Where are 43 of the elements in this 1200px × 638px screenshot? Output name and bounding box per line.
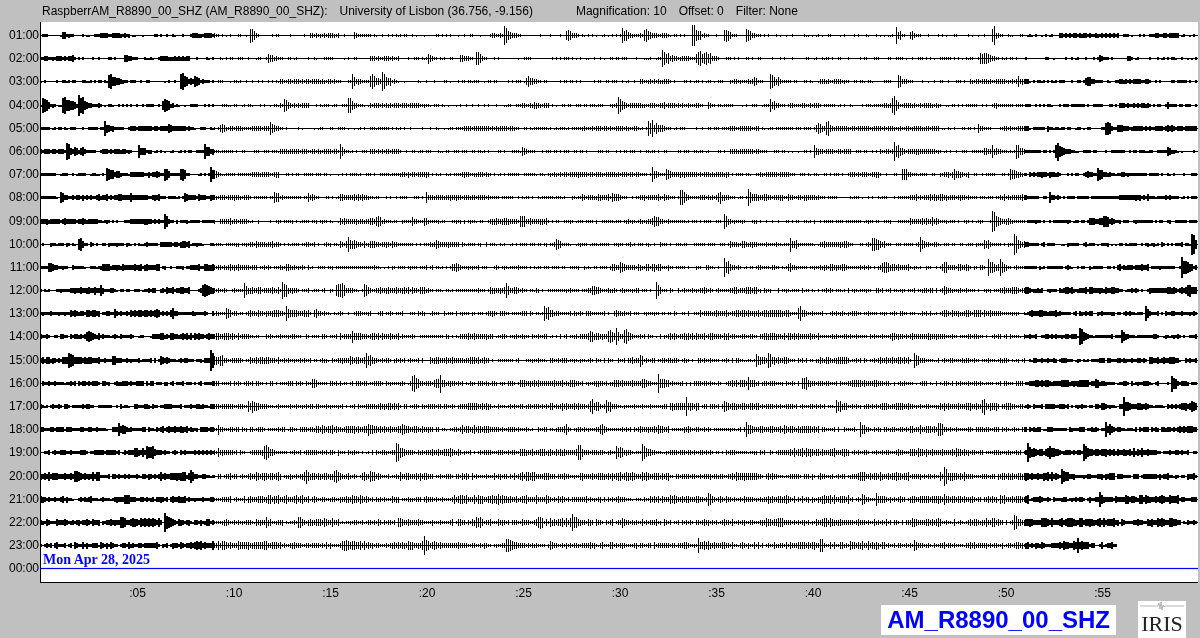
hour-label: 18:00 [7, 421, 40, 439]
hour-label: 23:00 [7, 537, 40, 555]
filter-text: Filter: None [735, 4, 798, 18]
time-tick-label: :55 [1094, 585, 1111, 601]
offset-text: Offset: 0 [678, 4, 724, 18]
hour-label: 09:00 [7, 212, 40, 230]
time-tick-label: :15 [322, 585, 339, 601]
time-tick-label: :30 [611, 585, 629, 601]
hour-label: 11:00 [8, 258, 40, 276]
hour-label: 05:00 [7, 119, 40, 137]
time-tick-label: :05 [129, 585, 146, 601]
hour-label: 19:00 [7, 444, 40, 462]
hour-label: 08:00 [7, 189, 40, 207]
hour-label: 13:00 [7, 305, 40, 323]
location-text: University of Lisbon (36.756, -9.156) [339, 4, 533, 18]
station-title: RaspberrAM_R8890_00_SHZ (AM_R8890_00_SHZ): [42, 4, 328, 18]
iris-logo: IRIS [1138, 600, 1186, 638]
hour-label: 07:00 [7, 166, 40, 184]
hour-label: 17:00 [7, 398, 40, 415]
hour-label: 16:00 [7, 374, 40, 392]
hour-label: 12:00 [7, 282, 40, 300]
hour-label: 00:00 [7, 560, 40, 578]
hour-label: 14:00 [7, 328, 40, 346]
station-label: AM_R8890_00_SHZ [881, 604, 1116, 635]
time-tick-label: :25 [515, 585, 532, 601]
magnification-text: Magnification: 10 [575, 4, 667, 18]
hour-label: 04:00 [7, 96, 40, 114]
hour-label: 10:00 [7, 235, 40, 253]
time-tick-label: :45 [901, 585, 918, 601]
hour-label: 20:00 [7, 467, 40, 485]
hour-label: 01:00 [7, 27, 40, 44]
time-tick-label: :20 [418, 585, 436, 601]
time-tick-label: :40 [804, 585, 822, 601]
time-tick-label: :10 [225, 585, 243, 601]
hour-label: 03:00 [7, 73, 40, 91]
hour-label: 21:00 [7, 490, 40, 508]
hour-label: 02:00 [7, 50, 40, 68]
time-tick-label: :35 [708, 585, 725, 601]
hour-label: 06:00 [7, 142, 40, 160]
time-tick-label: :50 [997, 585, 1015, 601]
date-label: Mon Apr 28, 2025 [43, 552, 151, 567]
hour-label: 22:00 [7, 513, 40, 531]
hour-label: 15:00 [7, 351, 40, 369]
